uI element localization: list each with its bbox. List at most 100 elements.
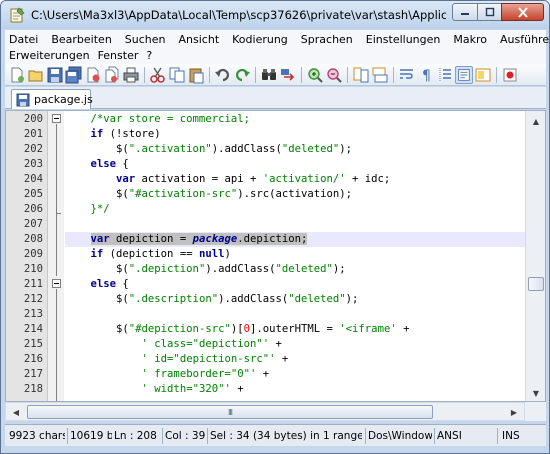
cut-icon[interactable] bbox=[149, 66, 167, 84]
code-line[interactable]: ' class="depiction"' + bbox=[65, 337, 525, 352]
indent-guide-icon[interactable] bbox=[436, 66, 454, 84]
maximize-button[interactable] bbox=[477, 3, 502, 21]
print-icon[interactable] bbox=[122, 66, 140, 84]
code-line[interactable]: /*var store = commercial; bbox=[65, 112, 525, 127]
code-line[interactable]: ' width="320"' + bbox=[65, 382, 525, 397]
fold-guide bbox=[56, 289, 57, 401]
record-macro-icon[interactable] bbox=[501, 66, 519, 84]
scroll-corner bbox=[525, 402, 546, 421]
code-line[interactable]: }*/ bbox=[65, 202, 525, 217]
status-separator bbox=[67, 428, 68, 444]
line-number: 209 bbox=[23, 248, 43, 260]
toolbar-separator bbox=[209, 67, 210, 83]
close-all-icon[interactable] bbox=[103, 66, 121, 84]
scroll-grip: III bbox=[227, 407, 233, 417]
status-separator bbox=[162, 428, 163, 444]
vertical-scroll-thumb[interactable] bbox=[528, 277, 544, 291]
menu-item-bearbeiten[interactable]: Bearbeiten bbox=[47, 32, 115, 48]
horizontal-scrollbar[interactable]: ◀ III ▶ bbox=[5, 402, 525, 421]
zoom-out-icon[interactable] bbox=[325, 66, 343, 84]
menu-item-datei[interactable]: Datei bbox=[5, 32, 42, 48]
code-line[interactable]: $("#depiction-src")[0].outerHTML = '<ifr… bbox=[65, 322, 525, 337]
line-number: 204 bbox=[23, 173, 43, 185]
menu-item-fenster[interactable]: Fenster bbox=[94, 48, 143, 64]
status-separator bbox=[365, 428, 366, 444]
fold-margin[interactable] bbox=[48, 111, 64, 401]
undo-icon[interactable] bbox=[214, 66, 232, 84]
menu-item-kodierung[interactable]: Kodierung bbox=[228, 32, 292, 48]
word-wrap-icon[interactable] bbox=[398, 66, 416, 84]
scroll-right-arrow-icon[interactable]: ▶ bbox=[506, 404, 522, 420]
close-icon bbox=[517, 6, 528, 18]
code-line[interactable] bbox=[65, 307, 525, 322]
line-number: 218 bbox=[23, 383, 43, 395]
menu-item-ausführen[interactable]: Ausführen bbox=[496, 32, 549, 48]
line-number: 215 bbox=[23, 338, 43, 350]
tab-bar: package.js bbox=[5, 87, 546, 109]
doc-map-icon[interactable] bbox=[474, 66, 492, 84]
redo-icon[interactable] bbox=[233, 66, 251, 84]
show-all-chars-icon[interactable]: ¶ bbox=[417, 66, 435, 84]
menu-item-suchen[interactable]: Suchen bbox=[121, 32, 170, 48]
paste-icon[interactable] bbox=[187, 66, 205, 84]
code-editor[interactable]: 200 201 202 203 204 205 206 207 208 209 210 211 212 2… bbox=[5, 110, 546, 402]
code-line[interactable]: else { bbox=[65, 277, 525, 292]
status-bytes: 10619 by bbox=[70, 430, 112, 442]
sync-vertical-icon[interactable] bbox=[352, 66, 370, 84]
title-bar[interactable]: C:\Users\Ma3xl3\AppData\Local\Temp\scp37… bbox=[1, 1, 549, 29]
tab-package-js[interactable]: package.js bbox=[11, 89, 93, 109]
user-lang-icon[interactable] bbox=[455, 66, 473, 84]
menu-item-erweiterungen[interactable]: Erweiterungen bbox=[5, 48, 94, 64]
menu-row-1: Datei Bearbeiten Suchen Ansicht Kodierung Spr… bbox=[5, 32, 549, 48]
code-line[interactable]: ' id="depiction-src"' + bbox=[65, 352, 525, 367]
status-column: Col : 39 bbox=[165, 430, 205, 442]
scroll-up-arrow-icon[interactable]: ▲ bbox=[528, 113, 544, 129]
sync-horizontal-icon[interactable] bbox=[371, 66, 389, 84]
menu-item-makro[interactable]: Makro bbox=[449, 32, 491, 48]
code-line[interactable]: $(".depiction").addClass("deleted"); bbox=[65, 262, 525, 277]
code-line[interactable]: var activation = api + 'activation/' + i… bbox=[65, 172, 525, 187]
status-separator bbox=[497, 428, 498, 444]
status-separator bbox=[207, 428, 208, 444]
toolbar-separator bbox=[255, 67, 256, 83]
code-line[interactable]: if (depiction == null) bbox=[65, 247, 525, 262]
toolbar-separator bbox=[347, 67, 348, 83]
line-number: 210 bbox=[23, 263, 43, 275]
toolbar: ¶ bbox=[5, 64, 546, 86]
scroll-down-arrow-icon[interactable]: ▼ bbox=[528, 385, 544, 401]
replace-icon[interactable] bbox=[279, 66, 297, 84]
fold-toggle-211[interactable] bbox=[52, 279, 61, 288]
menu-item-sprachen[interactable]: Sprachen bbox=[297, 32, 357, 48]
toolbar-separator bbox=[496, 67, 497, 83]
code-line[interactable]: if (!store) bbox=[65, 127, 525, 142]
find-icon[interactable] bbox=[260, 66, 278, 84]
minimize-button[interactable] bbox=[452, 3, 478, 21]
menu-item-[interactable]: ? bbox=[142, 48, 156, 64]
new-file-icon[interactable] bbox=[8, 66, 26, 84]
copy-icon[interactable] bbox=[168, 66, 186, 84]
save-all-icon[interactable] bbox=[65, 66, 83, 84]
save-icon[interactable] bbox=[46, 66, 64, 84]
vertical-scrollbar[interactable]: ▲ ▼ bbox=[525, 111, 545, 401]
code-line[interactable]: else { bbox=[65, 157, 525, 172]
code-line[interactable]: $(".description").addClass("deleted"); bbox=[65, 292, 525, 307]
text-selection: var depiction = package.depiction; bbox=[90, 233, 308, 245]
close-window-button[interactable] bbox=[501, 3, 544, 21]
close-file-icon[interactable] bbox=[84, 66, 102, 84]
fold-toggle-200[interactable] bbox=[52, 114, 61, 123]
code-area[interactable]: /*var store = commercial; if (!store) $(… bbox=[65, 111, 525, 401]
code-line[interactable] bbox=[65, 217, 525, 232]
scroll-left-arrow-icon[interactable]: ◀ bbox=[8, 404, 24, 420]
code-line[interactable]: $(".activation").addClass("deleted"); bbox=[65, 142, 525, 157]
horizontal-scroll-thumb[interactable]: III bbox=[27, 405, 433, 419]
menu-item-einstellungen[interactable]: Einstellungen bbox=[362, 32, 445, 48]
zoom-in-icon[interactable] bbox=[306, 66, 324, 84]
current-code-line[interactable]: var depiction = package.depiction; bbox=[65, 232, 525, 247]
menu-item-ansicht[interactable]: Ansicht bbox=[175, 32, 224, 48]
code-line[interactable]: ' frameborder="0"' + bbox=[65, 367, 525, 382]
line-number: 212 bbox=[23, 293, 43, 305]
open-file-icon[interactable] bbox=[27, 66, 45, 84]
line-number: 208 bbox=[23, 233, 43, 245]
code-line[interactable]: $("#activation-src").src(activation); bbox=[65, 187, 525, 202]
status-encoding: ANSI bbox=[437, 430, 462, 442]
